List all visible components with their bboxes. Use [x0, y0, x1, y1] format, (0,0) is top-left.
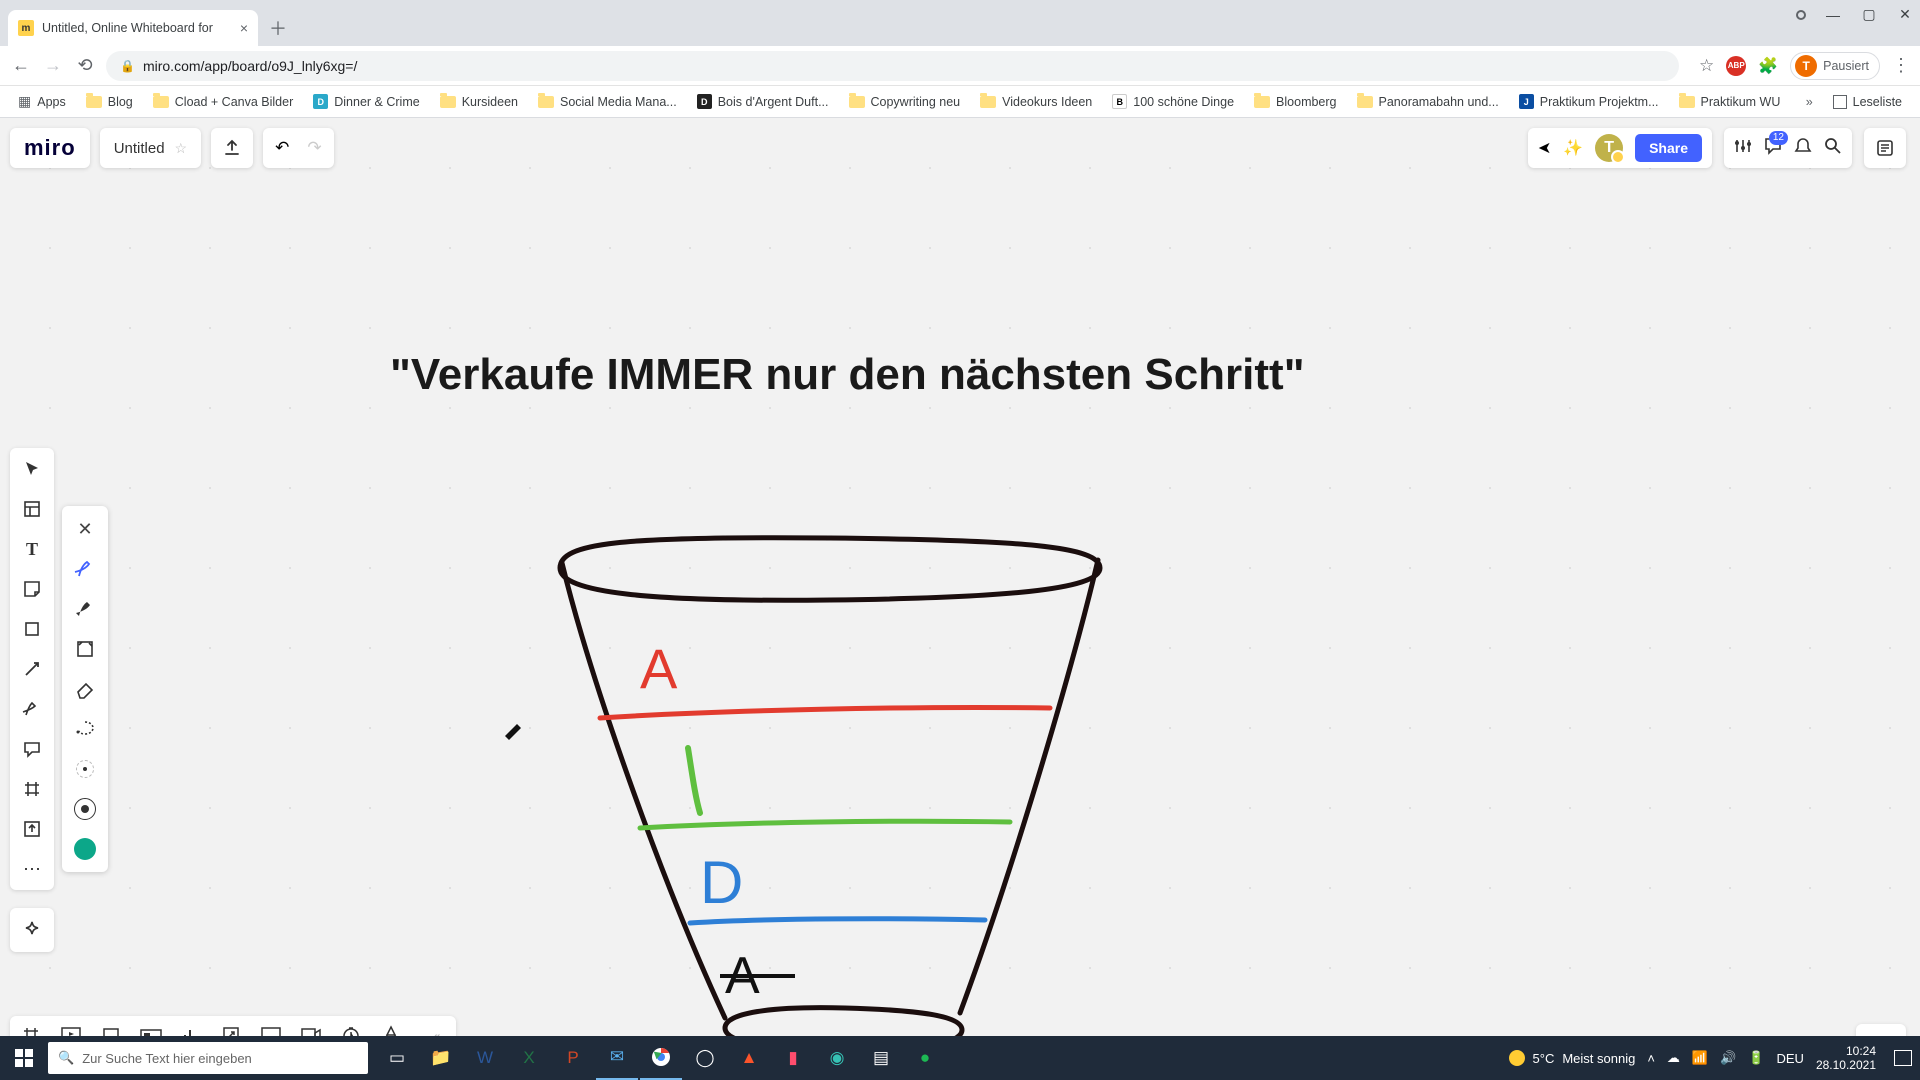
wifi-icon[interactable]: 📶 [1692, 1050, 1708, 1066]
url-text: miro.com/app/board/o9J_lnly6xg=/ [143, 58, 357, 74]
pen-cursor-icon [505, 724, 521, 740]
action-center-icon[interactable] [1894, 1050, 1912, 1066]
sun-icon [1509, 1050, 1525, 1066]
search-placeholder: Zur Suche Text hier eingeben [82, 1051, 252, 1066]
bookmark-item[interactable]: Praktikum WU [1671, 91, 1789, 113]
url-field[interactable]: 🔒 miro.com/app/board/o9J_lnly6xg=/ [106, 51, 1679, 81]
bookmark-item[interactable]: DDinner & Crime [305, 90, 427, 113]
obs-icon[interactable]: ◯ [684, 1036, 726, 1080]
reload-button[interactable]: ⟲ [74, 55, 96, 77]
spotify-icon[interactable]: ● [904, 1036, 946, 1080]
window-controls: ― ▢ ✕ [1796, 6, 1914, 23]
bookmark-item[interactable]: JPraktikum Projektm... [1511, 90, 1667, 113]
bookmark-item[interactable]: Kursideen [432, 91, 526, 113]
file-explorer-icon[interactable]: 📁 [420, 1036, 462, 1080]
bookmark-item[interactable]: Social Media Mana... [530, 91, 685, 113]
extensions-icon[interactable]: 🧩 [1758, 56, 1778, 76]
tray-chevron-icon[interactable]: ˄ [1647, 1051, 1655, 1066]
brave-icon[interactable]: ▲ [728, 1036, 770, 1080]
profile-status: Pausiert [1823, 59, 1869, 73]
powerpoint-icon[interactable]: P [552, 1036, 594, 1080]
canvas-drawing[interactable]: A D A [0, 118, 1920, 1070]
apps-shortcut[interactable]: ▦Apps [10, 89, 74, 114]
tab-title: Untitled, Online Whiteboard for [42, 21, 213, 35]
adobe-icon[interactable]: ▮ [772, 1036, 814, 1080]
onedrive-icon[interactable]: ☁ [1667, 1050, 1680, 1066]
bookmark-item[interactable]: B100 schöne Dinge [1104, 90, 1242, 113]
maximize-icon[interactable]: ▢ [1860, 6, 1878, 23]
bookmark-item[interactable]: DBois d'Argent Duft... [689, 90, 837, 113]
reading-list-icon [1833, 95, 1847, 109]
address-bar: ← → ⟲ 🔒 miro.com/app/board/o9J_lnly6xg=/… [0, 46, 1920, 86]
windows-taskbar: 🔍 Zur Suche Text hier eingeben ▭ 📁 W X P… [0, 1036, 1920, 1080]
notepad-icon[interactable]: ▤ [860, 1036, 902, 1080]
bookmark-item[interactable]: Cload + Canva Bilder [145, 91, 301, 113]
edge-icon[interactable]: ◉ [816, 1036, 858, 1080]
taskbar-weather[interactable]: 5°C Meist sonnig [1509, 1050, 1636, 1066]
bookmark-item[interactable]: Videokurs Ideen [972, 91, 1100, 113]
taskbar-search[interactable]: 🔍 Zur Suche Text hier eingeben [48, 1042, 368, 1074]
funnel-letter-d: D [700, 849, 743, 916]
chrome-icon[interactable] [640, 1036, 682, 1080]
bookmark-item[interactable]: Panoramabahn und... [1349, 91, 1507, 113]
profile-avatar: T [1795, 55, 1817, 77]
lock-icon: 🔒 [120, 59, 135, 73]
reading-list-button[interactable]: Leseliste [1825, 91, 1910, 113]
forward-button: → [42, 55, 64, 77]
bookmark-item[interactable]: Copywriting neu [841, 91, 969, 113]
miro-favicon: m [18, 20, 34, 36]
bookmarks-bar: ▦Apps Blog Cload + Canva Bilder DDinner … [0, 86, 1920, 118]
bookmark-star-icon[interactable]: ☆ [1699, 56, 1714, 76]
new-tab-button[interactable]: ＋ [264, 14, 292, 42]
search-icon: 🔍 [58, 1050, 74, 1066]
browser-tab-strip: m Untitled, Online Whiteboard for × ＋ ― … [0, 0, 1920, 46]
excel-icon[interactable]: X [508, 1036, 550, 1080]
account-dot-icon[interactable] [1796, 10, 1806, 20]
task-view-icon[interactable]: ▭ [376, 1036, 418, 1080]
funnel-letter-i [688, 748, 700, 813]
bookmark-item[interactable]: Bloomberg [1246, 91, 1344, 113]
abp-extension-icon[interactable]: ABP [1726, 56, 1746, 76]
language-indicator[interactable]: DEU [1776, 1051, 1803, 1066]
system-tray: 5°C Meist sonnig ˄ ☁ 📶 🔊 🔋 DEU 10:24 28.… [1509, 1044, 1920, 1072]
back-button[interactable]: ← [10, 55, 32, 77]
chrome-menu-icon[interactable]: ⋮ [1892, 55, 1910, 76]
browser-tab[interactable]: m Untitled, Online Whiteboard for × [8, 10, 258, 46]
battery-icon[interactable]: 🔋 [1748, 1050, 1764, 1066]
word-icon[interactable]: W [464, 1036, 506, 1080]
close-tab-icon[interactable]: × [240, 20, 248, 36]
profile-chip[interactable]: T Pausiert [1790, 52, 1880, 80]
funnel-letter-a1: A [640, 637, 678, 700]
miro-app: miro Untitled ☆ ↶ ↷ ➤ ✨ T Share 12 [0, 118, 1920, 1070]
volume-icon[interactable]: 🔊 [1720, 1050, 1736, 1066]
mail-icon[interactable]: ✉ [596, 1036, 638, 1080]
minimize-icon[interactable]: ― [1824, 7, 1842, 23]
close-window-icon[interactable]: ✕ [1896, 6, 1914, 23]
taskbar-clock[interactable]: 10:24 28.10.2021 [1816, 1044, 1876, 1072]
bookmarks-overflow-icon[interactable]: » [1798, 95, 1821, 109]
start-button[interactable] [0, 1036, 48, 1080]
bookmark-item[interactable]: Blog [78, 91, 141, 113]
